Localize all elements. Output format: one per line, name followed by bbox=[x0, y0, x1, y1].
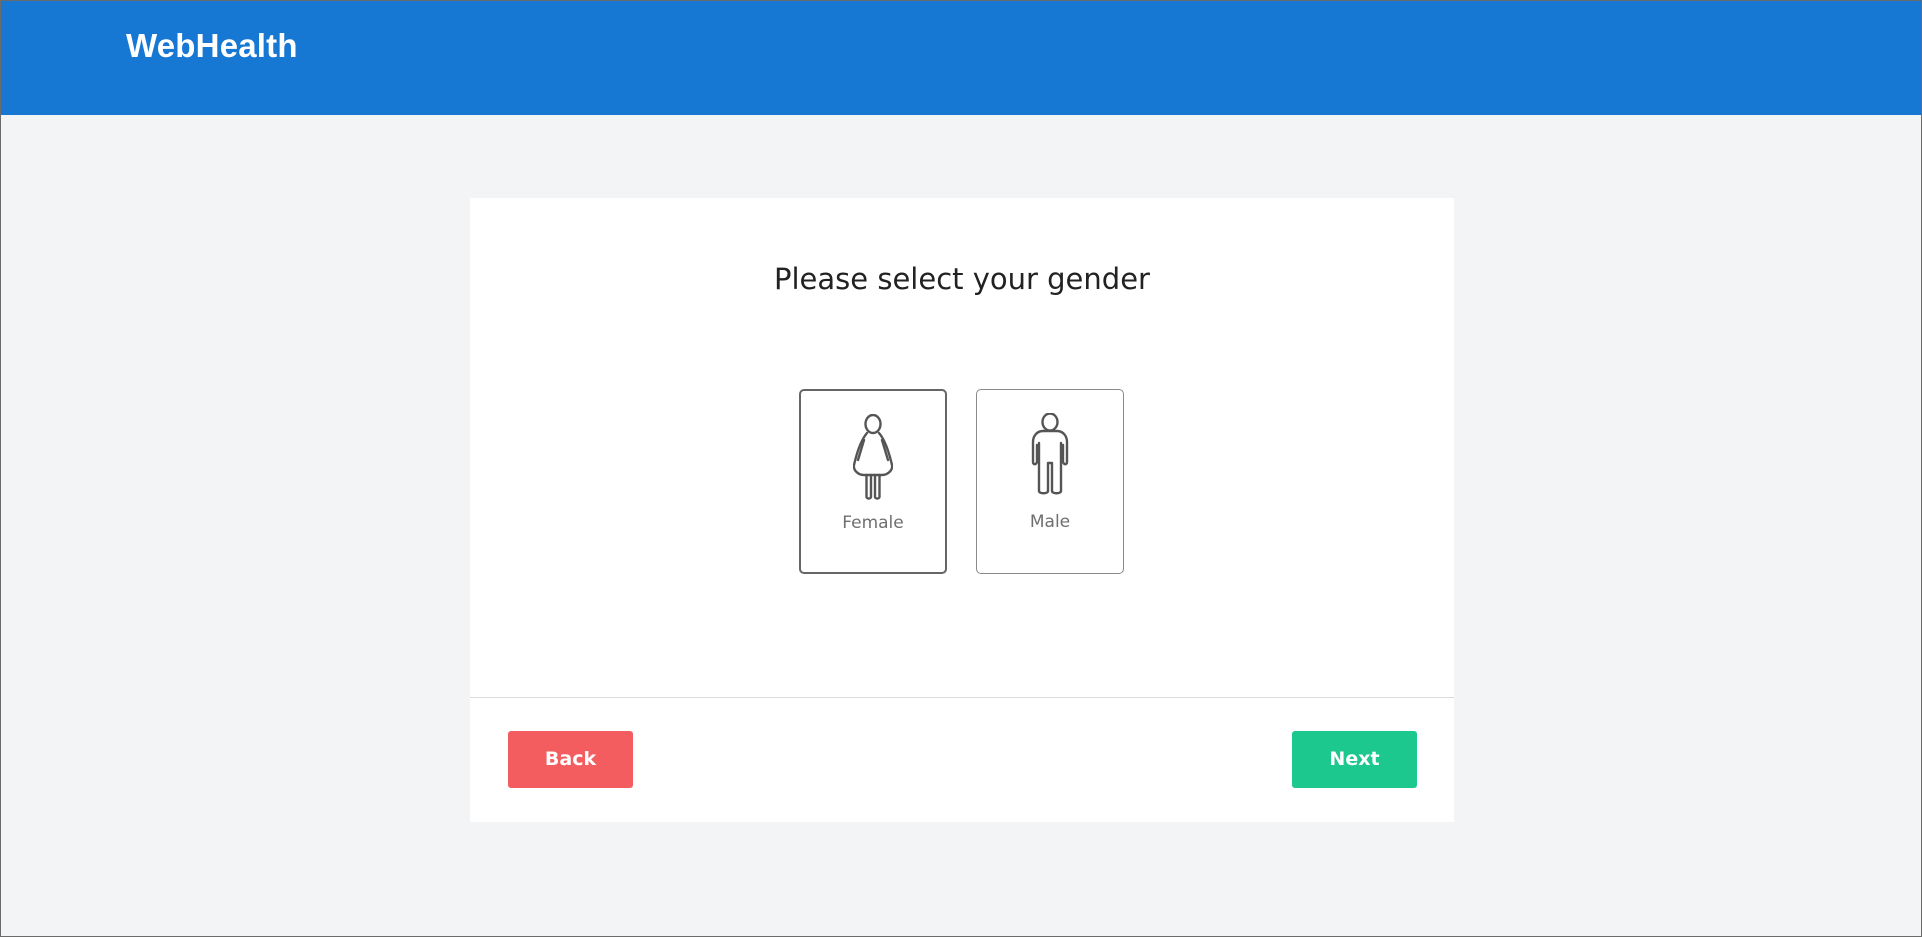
top-header: WebHealth bbox=[1, 1, 1921, 115]
gender-option-male[interactable]: Male bbox=[976, 389, 1124, 574]
question-title: Please select your gender bbox=[774, 262, 1150, 296]
gender-option-female[interactable]: Female bbox=[799, 389, 947, 574]
footer-divider bbox=[470, 697, 1454, 698]
question-card: Please select your gender Female Male Ba… bbox=[470, 198, 1454, 822]
male-figure-icon bbox=[1031, 413, 1069, 495]
female-figure-icon bbox=[853, 414, 893, 500]
app-window: WebHealth Please select your gender Fema… bbox=[0, 0, 1922, 937]
brand-logo[interactable]: WebHealth bbox=[126, 25, 298, 67]
female-label: Female bbox=[842, 513, 904, 533]
back-button[interactable]: Back bbox=[508, 731, 633, 788]
male-label: Male bbox=[1029, 512, 1071, 532]
next-button[interactable]: Next bbox=[1292, 731, 1417, 788]
